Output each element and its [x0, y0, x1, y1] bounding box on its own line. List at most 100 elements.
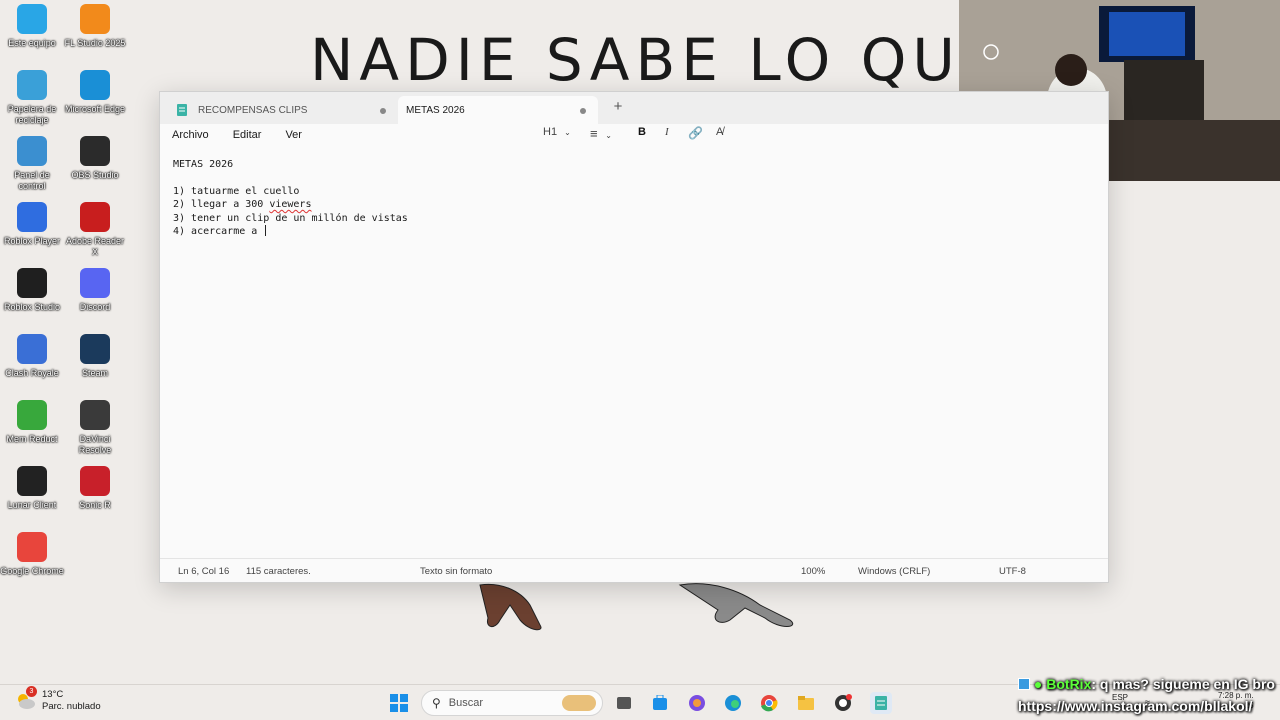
weather-widget[interactable]: 3 13°C Parc. nublado: [14, 686, 101, 713]
desktop-icon-este-equipo[interactable]: Este equipo: [0, 4, 64, 49]
desktop-icon-label: Steam: [81, 368, 108, 378]
search-highlight-icon: [562, 695, 596, 711]
recycle-bin-icon: [17, 70, 47, 100]
desktop-icon-label: Papelera de reciclaje: [7, 104, 57, 125]
desktop-icon-label: Roblox Player: [3, 236, 61, 246]
tab-bar: RECOMPENSAS CLIPS METAS 2026 +: [160, 92, 1108, 124]
search-placeholder: Buscar: [448, 697, 484, 709]
heading-label: H1: [543, 126, 558, 138]
wallpaper-title: NADIE SABE LO QUE: [310, 26, 1004, 94]
text-cursor: [265, 225, 267, 237]
monitor-icon: [17, 4, 47, 34]
editor-line-1: 1) tatuarme el cuello: [173, 185, 300, 197]
search-icon: ⚲: [432, 696, 441, 710]
link-icon[interactable]: 🔗: [688, 126, 703, 140]
new-tab-button[interactable]: +: [610, 98, 626, 118]
editor-line-2: 2) llegar a 300 viewers: [173, 199, 312, 211]
chat-text: : q mas? sigueme en IG bro: [1091, 676, 1275, 692]
line-ending[interactable]: Windows (CRLF): [858, 566, 930, 577]
desktop-icon-davinci-resolve[interactable]: DaVinci Resolve: [63, 400, 127, 456]
sonic-icon: [80, 466, 110, 496]
tab-label: RECOMPENSAS CLIPS: [198, 104, 308, 116]
fl-studio-icon: [80, 4, 110, 34]
desktop-icon-label: Roblox Studio: [3, 302, 61, 312]
desktop-icon-label: DaVinci Resolve: [78, 434, 112, 455]
mem-reduct-icon: [17, 400, 47, 430]
taskbar-search[interactable]: ⚲ Buscar: [421, 690, 603, 716]
desktop-icon-sonic-r[interactable]: Sonic R: [63, 466, 127, 511]
chevron-down-icon: ⌄: [564, 128, 571, 137]
desktop-icon-papelera-de-reciclaje[interactable]: Papelera de reciclaje: [0, 70, 64, 126]
task-view-icon[interactable]: [614, 693, 634, 713]
list-dropdown[interactable]: ≡ ⌄: [590, 126, 612, 141]
notepad-taskbar-icon[interactable]: [870, 692, 892, 714]
desktop-icon-obs-studio[interactable]: OBS Studio: [63, 136, 127, 181]
misspelled-word[interactable]: viewers: [269, 199, 311, 210]
roblox-icon: [17, 202, 47, 232]
desktop-icon-lunar-client[interactable]: Lunar Client: [0, 466, 64, 511]
editor-line-4: 4) acercarme a: [173, 225, 267, 237]
desktop-icon-roblox-studio[interactable]: Roblox Studio: [0, 268, 64, 313]
unsaved-dot-icon: [580, 108, 586, 114]
tab-recompensas-clips[interactable]: RECOMPENSAS CLIPS: [170, 96, 398, 124]
bold-button[interactable]: B: [638, 126, 646, 138]
steam-icon: [80, 334, 110, 364]
desktop-icon-google-chrome[interactable]: Google Chrome: [0, 532, 64, 577]
menu-ver[interactable]: Ver: [273, 129, 314, 141]
zoom-level[interactable]: 100%: [801, 566, 825, 577]
lunar-client-icon: [17, 466, 47, 496]
chevron-down-icon: ⌄: [605, 131, 612, 140]
file-explorer-icon[interactable]: [796, 693, 816, 713]
desktop-icon-label: Microsoft Edge: [64, 104, 126, 114]
italic-button[interactable]: I: [665, 126, 669, 138]
status-bar: Ln 6, Col 16 115 caracteres. Texto sin f…: [160, 558, 1108, 582]
chat-username: BotRix: [1046, 676, 1092, 692]
notepad-window: RECOMPENSAS CLIPS METAS 2026 + Archivo E…: [159, 91, 1109, 583]
tab-metas-2026[interactable]: METAS 2026: [398, 96, 598, 124]
encoding[interactable]: UTF-8: [999, 566, 1026, 577]
menu-archivo[interactable]: Archivo: [160, 129, 221, 141]
text-editor[interactable]: METAS 2026 1) tatuarme el cuello 2) lleg…: [173, 158, 408, 238]
heading-dropdown[interactable]: H1 ⌄: [543, 126, 571, 138]
edge-icon: [80, 70, 110, 100]
clear-formatting-icon[interactable]: A̸: [716, 126, 723, 138]
editor-line-3: 3) tener un clip de un millón de vistas: [173, 212, 408, 224]
desktop-icon-steam[interactable]: Steam: [63, 334, 127, 379]
desktop-icon-mem-reduct[interactable]: Mem Reduct: [0, 400, 64, 445]
desktop-icon-label: Lunar Client: [7, 500, 57, 510]
desktop-icon-fl-studio-2025[interactable]: FL Studio 2025: [63, 4, 127, 49]
desktop-icon-label: Discord: [79, 302, 111, 312]
obs-icon[interactable]: [833, 693, 853, 713]
text-format[interactable]: Texto sin formato: [420, 566, 492, 577]
cursor-position: Ln 6, Col 16: [178, 566, 230, 577]
windows-start-icon[interactable]: [389, 693, 409, 713]
notepad-icon: [177, 104, 187, 116]
verified-icon: ●: [1033, 676, 1043, 692]
desktop-icon-label: Mem Reduct: [6, 434, 58, 444]
copilot-icon[interactable]: [687, 693, 707, 713]
menu-bar: Archivo Editar Ver: [160, 124, 1108, 146]
clash-royale-icon: [17, 334, 47, 364]
desktop-icon-roblox-player[interactable]: Roblox Player: [0, 202, 64, 247]
desktop-icon-label: Clash Royale: [5, 368, 59, 378]
desktop-icon-label: OBS Studio: [71, 170, 119, 180]
character-count: 115 caracteres.: [246, 566, 311, 577]
tab-label: METAS 2026: [406, 104, 465, 116]
chat-url: https://www.instagram.com/bllakol/: [1018, 698, 1253, 714]
store-icon[interactable]: [650, 693, 670, 713]
desktop-icon-label: FL Studio 2025: [64, 38, 126, 48]
chat-message: ● BotRix: q mas? sigueme en IG bro: [1018, 676, 1275, 692]
desktop-icon-adobe-reader-x[interactable]: Adobe Reader X: [63, 202, 127, 258]
edge-icon[interactable]: [723, 693, 743, 713]
desktop-icon-label: Google Chrome: [0, 566, 64, 576]
discord-icon: [80, 268, 110, 298]
desktop-icon-microsoft-edge[interactable]: Microsoft Edge: [63, 70, 127, 115]
document-title-line: METAS 2026: [173, 159, 234, 170]
wallpaper-illustration: [479, 583, 793, 631]
desktop-icon-panel-de-control[interactable]: Panel de control: [0, 136, 64, 192]
desktop-icon-discord[interactable]: Discord: [63, 268, 127, 313]
desktop-icon-clash-royale[interactable]: Clash Royale: [0, 334, 64, 379]
menu-editar[interactable]: Editar: [221, 129, 274, 141]
chrome-icon[interactable]: [759, 693, 779, 713]
notification-badge: 3: [26, 686, 37, 697]
